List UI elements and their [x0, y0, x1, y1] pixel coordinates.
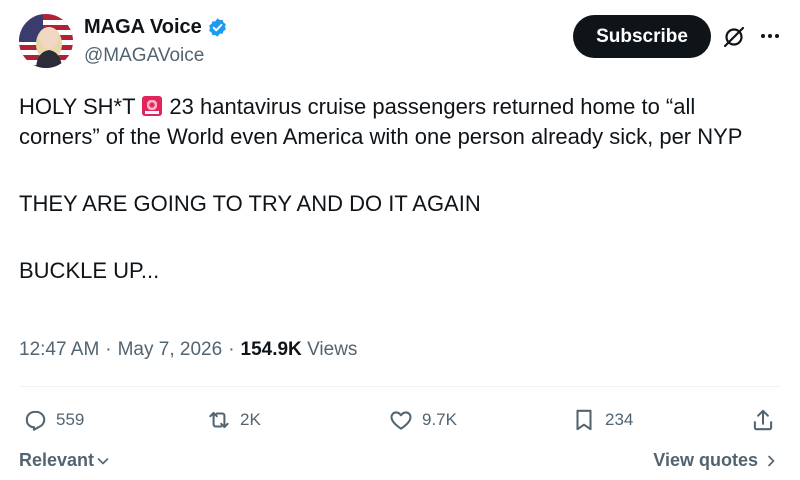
- share-icon: [753, 409, 773, 431]
- tweet-paragraph-1: HOLY SH*T 23 hantavirus cruise passenger…: [19, 92, 779, 152]
- divider: [19, 386, 781, 387]
- grok-icon[interactable]: [722, 25, 746, 49]
- subscribe-button[interactable]: Subscribe: [573, 15, 711, 58]
- repost-count: 2K: [240, 410, 261, 429]
- reply-button[interactable]: 559: [22, 400, 84, 440]
- meta-separator: ·: [228, 339, 235, 360]
- reply-count: 559: [56, 410, 85, 429]
- display-name[interactable]: MAGA Voice: [84, 16, 202, 39]
- verified-badge-icon: [208, 18, 226, 37]
- share-button[interactable]: [750, 400, 784, 440]
- author-name-row[interactable]: MAGA Voice: [84, 16, 228, 39]
- avatar[interactable]: [19, 14, 73, 68]
- siren-icon: [142, 96, 163, 116]
- chevron-down-icon: [97, 457, 109, 465]
- sort-relevant-dropdown[interactable]: Relevant: [19, 450, 110, 471]
- repost-icon: [209, 411, 229, 429]
- tweet-paragraph-3: BUCKLE UP...: [19, 258, 160, 283]
- author-handle[interactable]: @MAGAVoice: [84, 45, 204, 67]
- repost-button[interactable]: 2K: [206, 400, 261, 440]
- heart-icon: [390, 411, 412, 430]
- tweet-text-start: HOLY SH*T: [19, 94, 136, 119]
- views-count: 154.9K: [240, 339, 302, 360]
- bookmark-icon: [576, 409, 592, 431]
- views-label: Views: [307, 339, 358, 360]
- tweet-date[interactable]: May 7, 2026: [118, 339, 223, 361]
- tweet-meta: 12:47 AM · May 7, 2026 · 154.9K Views: [19, 339, 357, 361]
- like-count: 9.7K: [422, 410, 457, 429]
- flag-woman-avatar-icon: [19, 14, 73, 68]
- more-icon[interactable]: [758, 26, 782, 46]
- sort-label: Relevant: [19, 450, 95, 470]
- view-quotes-label: View quotes: [653, 450, 758, 470]
- bookmark-button[interactable]: 234: [571, 400, 633, 440]
- action-bar: 559 2K 9.7K 234: [0, 400, 800, 440]
- reply-icon: [25, 410, 46, 431]
- tweet-time[interactable]: 12:47 AM: [19, 339, 99, 361]
- tweet-text: HOLY SH*T 23 hantavirus cruise passenger…: [19, 92, 779, 286]
- like-button[interactable]: 9.7K: [388, 400, 457, 440]
- view-quotes-link[interactable]: View quotes: [653, 450, 778, 471]
- chevron-right-icon: [768, 455, 775, 466]
- tweet-paragraph-2: THEY ARE GOING TO TRY AND DO IT AGAIN: [19, 191, 481, 216]
- meta-separator: ·: [105, 339, 112, 360]
- bookmark-count: 234: [605, 410, 634, 429]
